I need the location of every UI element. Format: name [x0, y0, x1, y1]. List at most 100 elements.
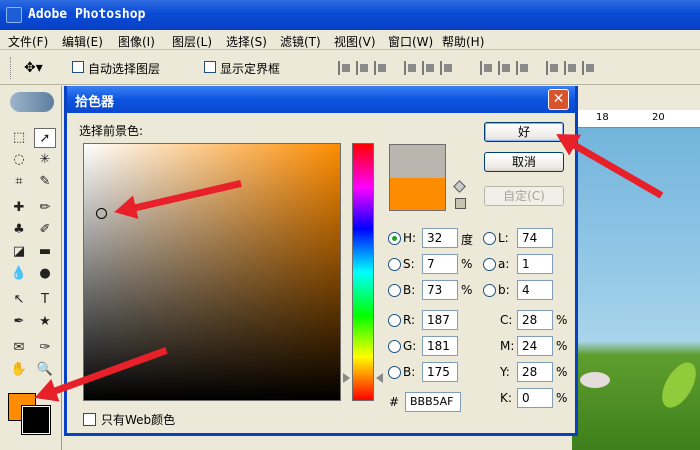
align-left-icon[interactable] [404, 61, 420, 75]
hand-icon[interactable]: ✋ [8, 360, 30, 380]
blue-label: B: [403, 365, 416, 379]
distribute-hcenter-icon[interactable] [564, 61, 580, 75]
hue-unit: 度 [461, 233, 474, 247]
menu-bar: 文件(F) 编辑(E) 图像(I) 图层(L) 选择(S) 滤镜(T) 视图(V… [0, 30, 700, 50]
options-bar-grip[interactable] [10, 57, 13, 79]
new-color-swatch [389, 178, 446, 211]
dodge-icon[interactable]: ● [34, 264, 56, 284]
align-right-icon[interactable] [440, 61, 456, 75]
history-brush-icon[interactable]: ✐ [34, 220, 56, 240]
lab-l-radio[interactable] [483, 232, 496, 245]
lab-a-radio[interactable] [483, 258, 496, 271]
brightness-input[interactable]: 73 [422, 280, 458, 300]
menu-window[interactable]: 窗口(W) [388, 33, 433, 50]
move-tool-icon[interactable]: ➚ [34, 128, 56, 148]
document-canvas[interactable] [572, 110, 700, 450]
lab-b-radio[interactable] [483, 284, 496, 297]
path-select-icon[interactable]: ↖ [8, 290, 30, 310]
menu-file[interactable]: 文件(F) [8, 33, 48, 50]
saturation-input[interactable]: 7 [422, 254, 458, 274]
eraser-icon[interactable]: ◪ [8, 242, 30, 262]
auto-select-layer-checkbox[interactable] [72, 61, 84, 73]
web-colors-only-label: 只有Web颜色 [101, 413, 176, 427]
color-field-cursor[interactable] [96, 208, 107, 219]
distribute-top-icon[interactable] [480, 61, 496, 75]
red-radio[interactable] [388, 314, 401, 327]
yellow-label: Y: [500, 365, 510, 379]
lab-l-input[interactable]: 74 [517, 228, 553, 248]
background-color-swatch[interactable] [21, 405, 51, 435]
black-label: K: [500, 391, 512, 405]
blue-input[interactable]: 175 [422, 362, 458, 382]
yellow-input[interactable]: 28 [517, 362, 553, 382]
hex-input[interactable]: BBB5AF [405, 392, 461, 412]
menu-select[interactable]: 选择(S) [226, 33, 267, 50]
out-of-gamut-cube-icon[interactable] [453, 180, 466, 193]
distribute-left-icon[interactable] [546, 61, 562, 75]
hue-slider-right-handle-icon[interactable] [376, 373, 383, 383]
current-color-swatch [389, 144, 446, 178]
red-input[interactable]: 187 [422, 310, 458, 330]
dialog-titlebar[interactable]: 拾色器 ✕ [67, 86, 575, 113]
hue-slider-left-handle-icon[interactable] [343, 373, 350, 383]
brightness-radio[interactable] [388, 284, 401, 297]
web-safe-icon[interactable] [455, 198, 466, 209]
stamp-icon[interactable]: ♣ [8, 220, 30, 240]
menu-view[interactable]: 视图(V) [334, 33, 376, 50]
pen-icon[interactable]: ✒ [8, 312, 30, 332]
hue-slider[interactable] [352, 143, 374, 401]
black-input[interactable]: 0 [517, 388, 553, 408]
align-vcenter-icon[interactable] [356, 61, 372, 75]
hue-radio[interactable] [388, 232, 401, 245]
distribute-bottom-icon[interactable] [516, 61, 532, 75]
lab-b-input[interactable]: 4 [517, 280, 553, 300]
distribute-vcenter-icon[interactable] [498, 61, 514, 75]
saturation-radio[interactable] [388, 258, 401, 271]
menu-filter[interactable]: 滤镜(T) [280, 33, 321, 50]
gradient-icon[interactable]: ▬ [34, 242, 56, 262]
web-colors-only-checkbox[interactable] [83, 413, 96, 426]
cyan-input[interactable]: 28 [517, 310, 553, 330]
healing-icon[interactable]: ✚ [8, 198, 30, 218]
magic-wand-icon[interactable]: ✳ [34, 150, 56, 170]
align-bottom-icon[interactable] [374, 61, 390, 75]
menu-layer[interactable]: 图层(L) [172, 33, 212, 50]
zoom-icon[interactable]: 🔍 [34, 360, 56, 380]
menu-help[interactable]: 帮助(H) [442, 33, 484, 50]
brightness-label: B: [403, 283, 416, 297]
align-top-icon[interactable] [338, 61, 354, 75]
move-tool-preset-icon[interactable]: ✥▾ [24, 60, 43, 76]
menu-edit[interactable]: 编辑(E) [62, 33, 103, 50]
eyedropper-icon[interactable]: ✑ [34, 338, 56, 358]
slice-icon[interactable]: ✎ [34, 172, 56, 192]
crop-icon[interactable]: ⌗ [8, 172, 30, 192]
shape-icon[interactable]: ★ [34, 312, 56, 332]
app-title: Adobe Photoshop [28, 7, 146, 22]
type-icon[interactable]: T [34, 290, 56, 310]
align-hcenter-icon[interactable] [422, 61, 438, 75]
blue-radio[interactable] [388, 366, 401, 379]
distribute-right-icon[interactable] [582, 61, 598, 75]
dialog-close-button[interactable]: ✕ [548, 89, 569, 110]
adobe-feather-icon[interactable] [10, 92, 54, 112]
marquee-icon[interactable]: ⬚ [8, 128, 30, 148]
cancel-button[interactable]: 取消 [484, 152, 564, 172]
cyan-label: C: [500, 313, 513, 327]
magenta-input[interactable]: 24 [517, 336, 553, 356]
green-input[interactable]: 181 [422, 336, 458, 356]
hue-input[interactable]: 32 [422, 228, 458, 248]
notes-icon[interactable]: ✉ [8, 338, 30, 358]
lasso-icon[interactable]: ◌ [8, 150, 30, 170]
green-radio[interactable] [388, 340, 401, 353]
lab-a-input[interactable]: 1 [517, 254, 553, 274]
app-titlebar: Adobe Photoshop [0, 0, 700, 30]
horizontal-ruler: 18 20 [572, 110, 700, 128]
show-bounds-checkbox[interactable] [204, 61, 216, 73]
canvas-flower [580, 372, 610, 388]
menu-image[interactable]: 图像(I) [118, 33, 155, 50]
custom-button[interactable]: 自定(C) [484, 186, 564, 206]
brush-icon[interactable]: ✏ [34, 198, 56, 218]
saturation-label: S: [403, 257, 415, 271]
color-picker-dialog: 拾色器 ✕ 选择前景色: 好 取消 自定(C) H: 32 度 S: 7 % B… [64, 86, 578, 436]
blur-icon[interactable]: 💧 [8, 264, 30, 284]
